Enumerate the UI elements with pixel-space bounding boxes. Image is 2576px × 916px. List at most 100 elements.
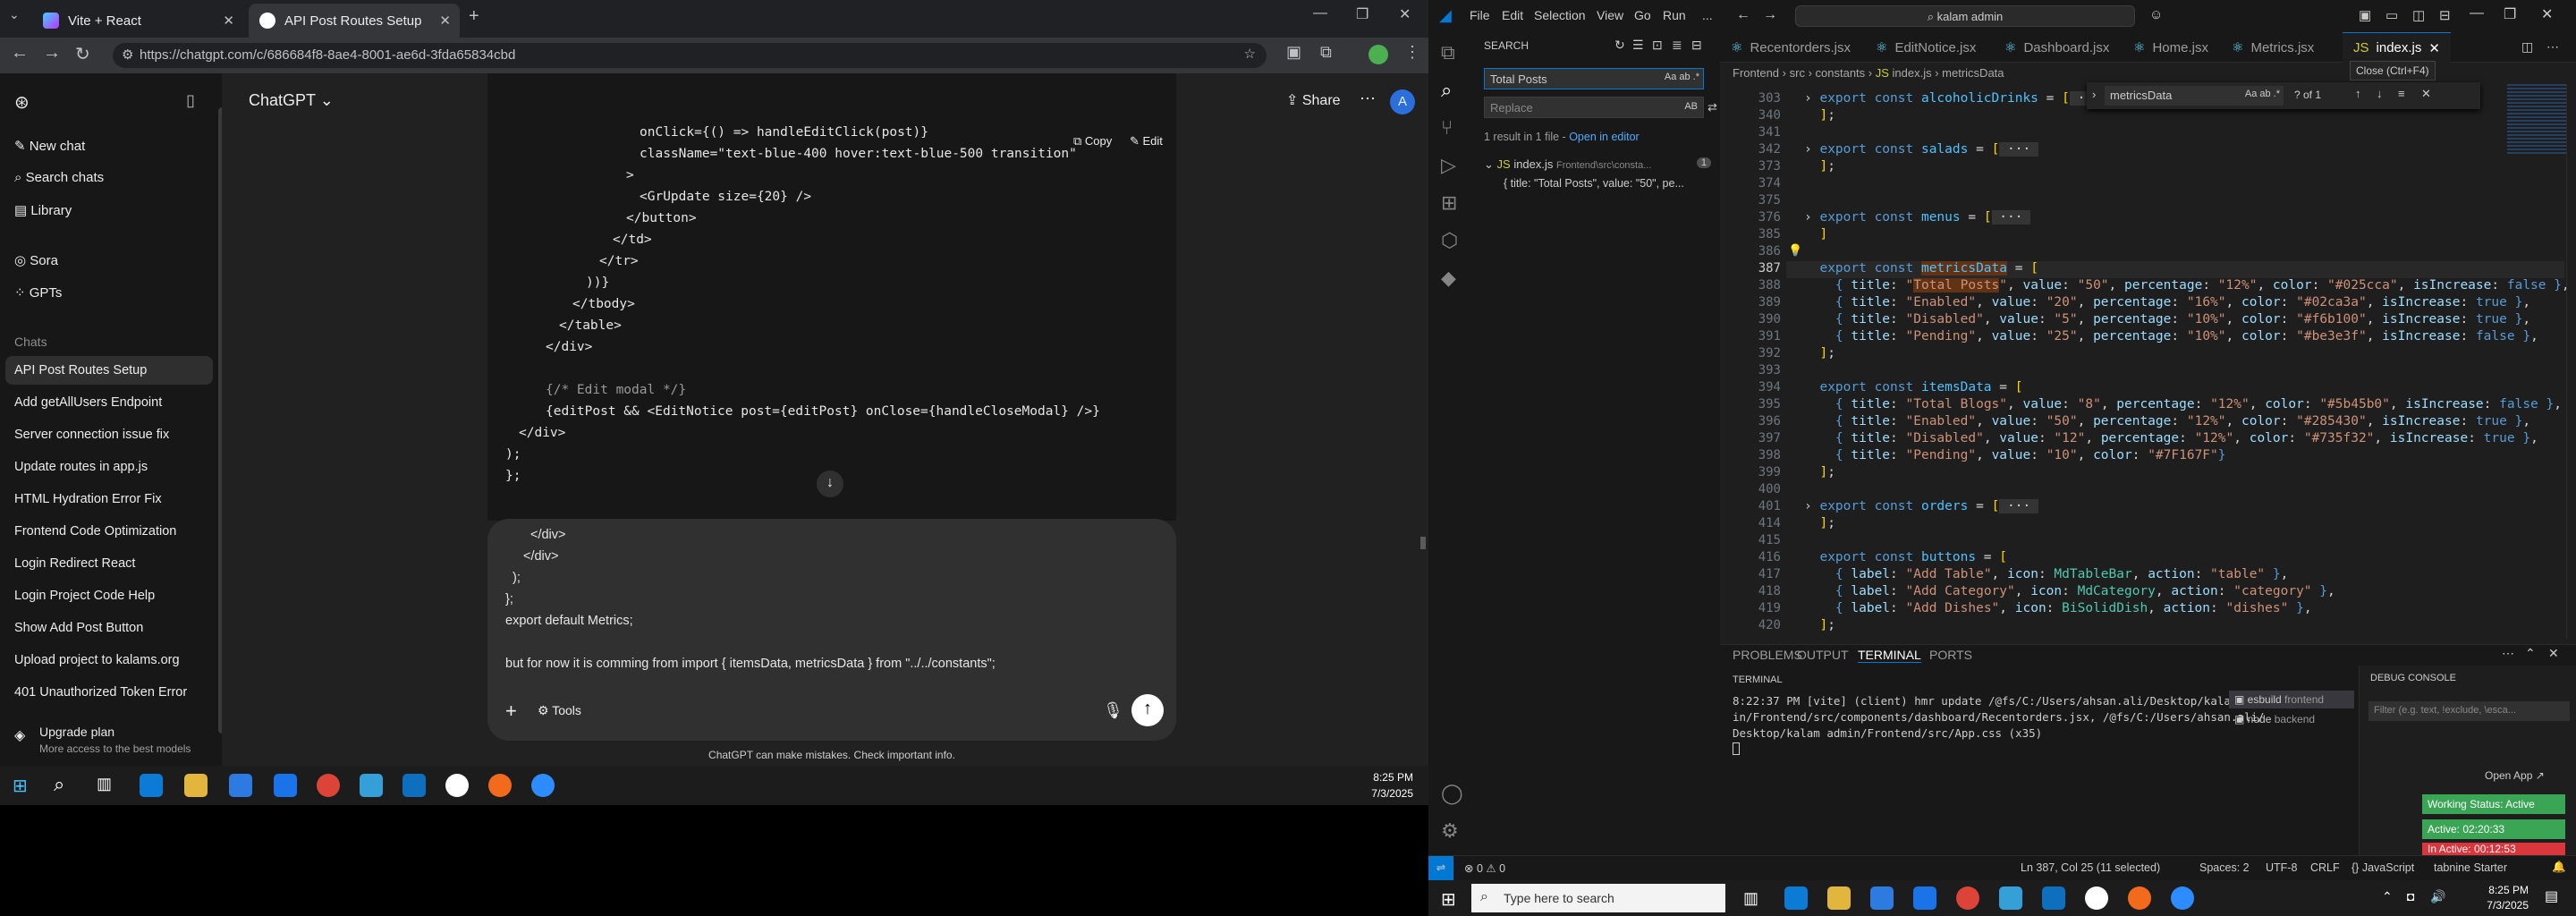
code-editor[interactable]: 303 340 341 342 373 374 375 376 385 386 … xyxy=(1720,82,2576,644)
menu-edit[interactable]: Edit xyxy=(1502,8,1523,22)
split-editor-icon[interactable]: ◫ xyxy=(2521,39,2533,55)
panel-tab-problems[interactable]: PROBLEMS xyxy=(1733,648,1802,662)
close-panel-icon[interactable]: ✕ xyxy=(2548,646,2559,661)
run-debug-icon[interactable]: ▷ xyxy=(1441,154,1456,177)
nav-forward-icon[interactable]: → xyxy=(1763,7,1777,23)
add-attachment-icon[interactable]: + xyxy=(505,700,517,723)
extension-icon[interactable]: ▣ xyxy=(1286,43,1301,62)
breadcrumb-item[interactable]: index.js xyxy=(1893,66,1932,80)
panel-tab-output[interactable]: OUTPUT xyxy=(1797,648,1849,662)
tab-metrics[interactable]: ⚛ Metrics.jsx xyxy=(2221,32,2325,63)
layout-icon[interactable]: ▣ xyxy=(2359,7,2371,23)
url-field[interactable]: ⚙ https://chatgpt.com/c/686684f8-8ae4-80… xyxy=(113,43,1267,68)
language-mode[interactable]: {} JavaScript xyxy=(2351,861,2414,874)
start-icon[interactable]: ⊞ xyxy=(1441,888,1456,911)
page-scrollbar[interactable] xyxy=(1420,537,1426,549)
site-info-icon[interactable]: ⚙ xyxy=(122,47,133,63)
next-match-icon[interactable]: ↓ xyxy=(2377,87,2383,100)
breadcrumb-item[interactable]: Frontend xyxy=(1733,66,1779,80)
customize-layout-icon[interactable]: ⊟ xyxy=(2439,7,2451,23)
replace-all-icon[interactable]: ⇄ xyxy=(1707,100,1717,114)
source-control-icon[interactable]: ⑂ xyxy=(1441,116,1453,140)
collapse-all-icon[interactable]: ⊟ xyxy=(1691,38,1702,53)
bookmark-star-icon[interactable]: ☆ xyxy=(1244,46,1256,62)
menu-run[interactable]: Run xyxy=(1663,8,1686,22)
sora-button[interactable]: ◎ Sora xyxy=(14,252,58,268)
lightbulb-icon[interactable]: 💡 xyxy=(1788,243,1802,258)
close-tab-icon[interactable]: ✕ xyxy=(223,13,234,29)
chat-item[interactable]: 401 Unauthorized Token Error xyxy=(14,685,187,700)
breadcrumb-item[interactable]: metricsData xyxy=(1942,66,2004,80)
toggle-secondary-icon[interactable]: ◫ xyxy=(2412,7,2425,23)
minimize-icon[interactable]: — xyxy=(2470,5,2484,21)
chrome-icon[interactable] xyxy=(317,774,340,797)
maximize-icon[interactable]: ❐ xyxy=(1356,5,1368,23)
mail-icon[interactable] xyxy=(274,774,297,797)
edge-icon[interactable] xyxy=(140,774,163,797)
volume-icon[interactable]: 🔊 xyxy=(2430,889,2445,904)
chat-item[interactable]: Update routes in app.js xyxy=(14,460,148,474)
notification-center-icon[interactable]: ▤ xyxy=(2545,887,2558,905)
open-app-link[interactable]: Open App ↗ xyxy=(2485,769,2545,782)
result-file-row[interactable]: ⌄ JS index.js Frontend\src\consta... 1 xyxy=(1484,157,1716,172)
chat-item[interactable]: Frontend Code Optimization xyxy=(14,524,176,539)
remote-icon[interactable]: ⬡ xyxy=(1441,229,1458,252)
file-explorer-icon[interactable] xyxy=(184,774,208,797)
extensions-puzzle-icon[interactable]: ⧉ xyxy=(1320,43,1332,62)
chat-item[interactable]: API Post Routes Setup xyxy=(14,363,147,377)
minimize-icon[interactable]: — xyxy=(1313,5,1327,21)
menu-view[interactable]: View xyxy=(1597,8,1623,22)
toggle-panel-icon[interactable]: ▭ xyxy=(2385,7,2398,23)
view-as-tree-icon[interactable]: ≣ xyxy=(1672,38,1682,53)
chatgpt-app-icon[interactable] xyxy=(445,774,469,797)
panel-more-icon[interactable]: ⋯ xyxy=(2502,646,2514,661)
store-icon[interactable] xyxy=(1870,886,1894,910)
scroll-down-icon[interactable]: ↓ xyxy=(817,471,843,497)
search-icon[interactable]: ⌕ xyxy=(54,773,64,796)
new-chat-button[interactable]: ✎ New chat xyxy=(14,138,85,154)
tab-editnotice[interactable]: ⚛ EditNotice.jsx xyxy=(1865,32,1987,63)
debug-filter-input[interactable]: Filter (e.g. text, !exclude, \esca... xyxy=(2368,701,2570,721)
task-view-icon[interactable]: ▥ xyxy=(1743,889,1758,908)
notifications-bell-icon[interactable]: 🔔 xyxy=(2552,861,2566,874)
chrome-menu-icon[interactable]: ⋮ xyxy=(1404,43,1420,62)
settings-gear-icon[interactable]: ⚙ xyxy=(1441,819,1459,843)
browser-tab-vite[interactable]: Vite + React ✕ xyxy=(32,4,243,38)
zoom-icon[interactable] xyxy=(531,774,555,797)
find-input[interactable]: metricsData Aa ab .* xyxy=(2105,86,2284,106)
chrome-icon[interactable] xyxy=(1956,886,1979,910)
send-button[interactable]: ↑ xyxy=(1131,694,1164,726)
menu-go[interactable]: Go xyxy=(1634,8,1651,22)
previous-match-icon[interactable]: ↑ xyxy=(2355,87,2361,100)
microphone-icon[interactable]: 🎙 xyxy=(1103,701,1123,720)
postman-icon[interactable] xyxy=(2128,886,2151,910)
close-sidebar-icon[interactable]: ▯ xyxy=(186,91,195,110)
cursor-position[interactable]: Ln 387, Col 25 (11 selected) xyxy=(2021,861,2160,874)
tab-menu-icon[interactable]: ⌄ xyxy=(9,7,20,22)
panel-tab-terminal[interactable]: TERMINAL xyxy=(1858,648,1921,663)
tools-button[interactable]: ⚙ Tools xyxy=(538,703,581,718)
maximize-panel-icon[interactable]: ⌃ xyxy=(2525,646,2536,661)
browser-tab-chatgpt[interactable]: API Post Routes Setup ✕ xyxy=(249,4,460,38)
file-explorer-icon[interactable] xyxy=(1827,886,1851,910)
vscode-icon[interactable] xyxy=(2042,886,2065,910)
problems-indicator[interactable]: ⊗ 0 ⚠ 0 xyxy=(1464,861,1505,875)
panel-tab-ports[interactable]: PORTS xyxy=(1929,648,1972,662)
close-window-icon[interactable]: ✕ xyxy=(1399,5,1411,23)
menu-file[interactable]: File xyxy=(1470,8,1490,22)
reload-icon[interactable]: ↻ xyxy=(75,43,90,65)
user-avatar[interactable]: A xyxy=(1390,89,1415,114)
chat-item[interactable]: Login Redirect React xyxy=(14,556,135,571)
remote-indicator-icon[interactable]: ⇌ xyxy=(1428,856,1453,880)
minimap[interactable] xyxy=(2507,84,2566,156)
profile-avatar[interactable] xyxy=(1368,45,1388,64)
match-case-icon[interactable]: Aa ab .* xyxy=(1665,72,1699,82)
zoom-icon[interactable] xyxy=(2171,886,2194,910)
find-in-selection-icon[interactable]: ≡ xyxy=(2398,87,2405,100)
new-search-editor-icon[interactable]: ⊡ xyxy=(1652,38,1663,53)
network-icon[interactable]: ◘ xyxy=(2407,889,2414,903)
end-of-line[interactable]: CRLF xyxy=(2310,861,2340,874)
app-icon[interactable] xyxy=(360,774,383,797)
command-center[interactable]: ⌕ kalam admin xyxy=(1795,5,2135,27)
tabnine-icon[interactable]: ◆ xyxy=(1441,267,1456,290)
